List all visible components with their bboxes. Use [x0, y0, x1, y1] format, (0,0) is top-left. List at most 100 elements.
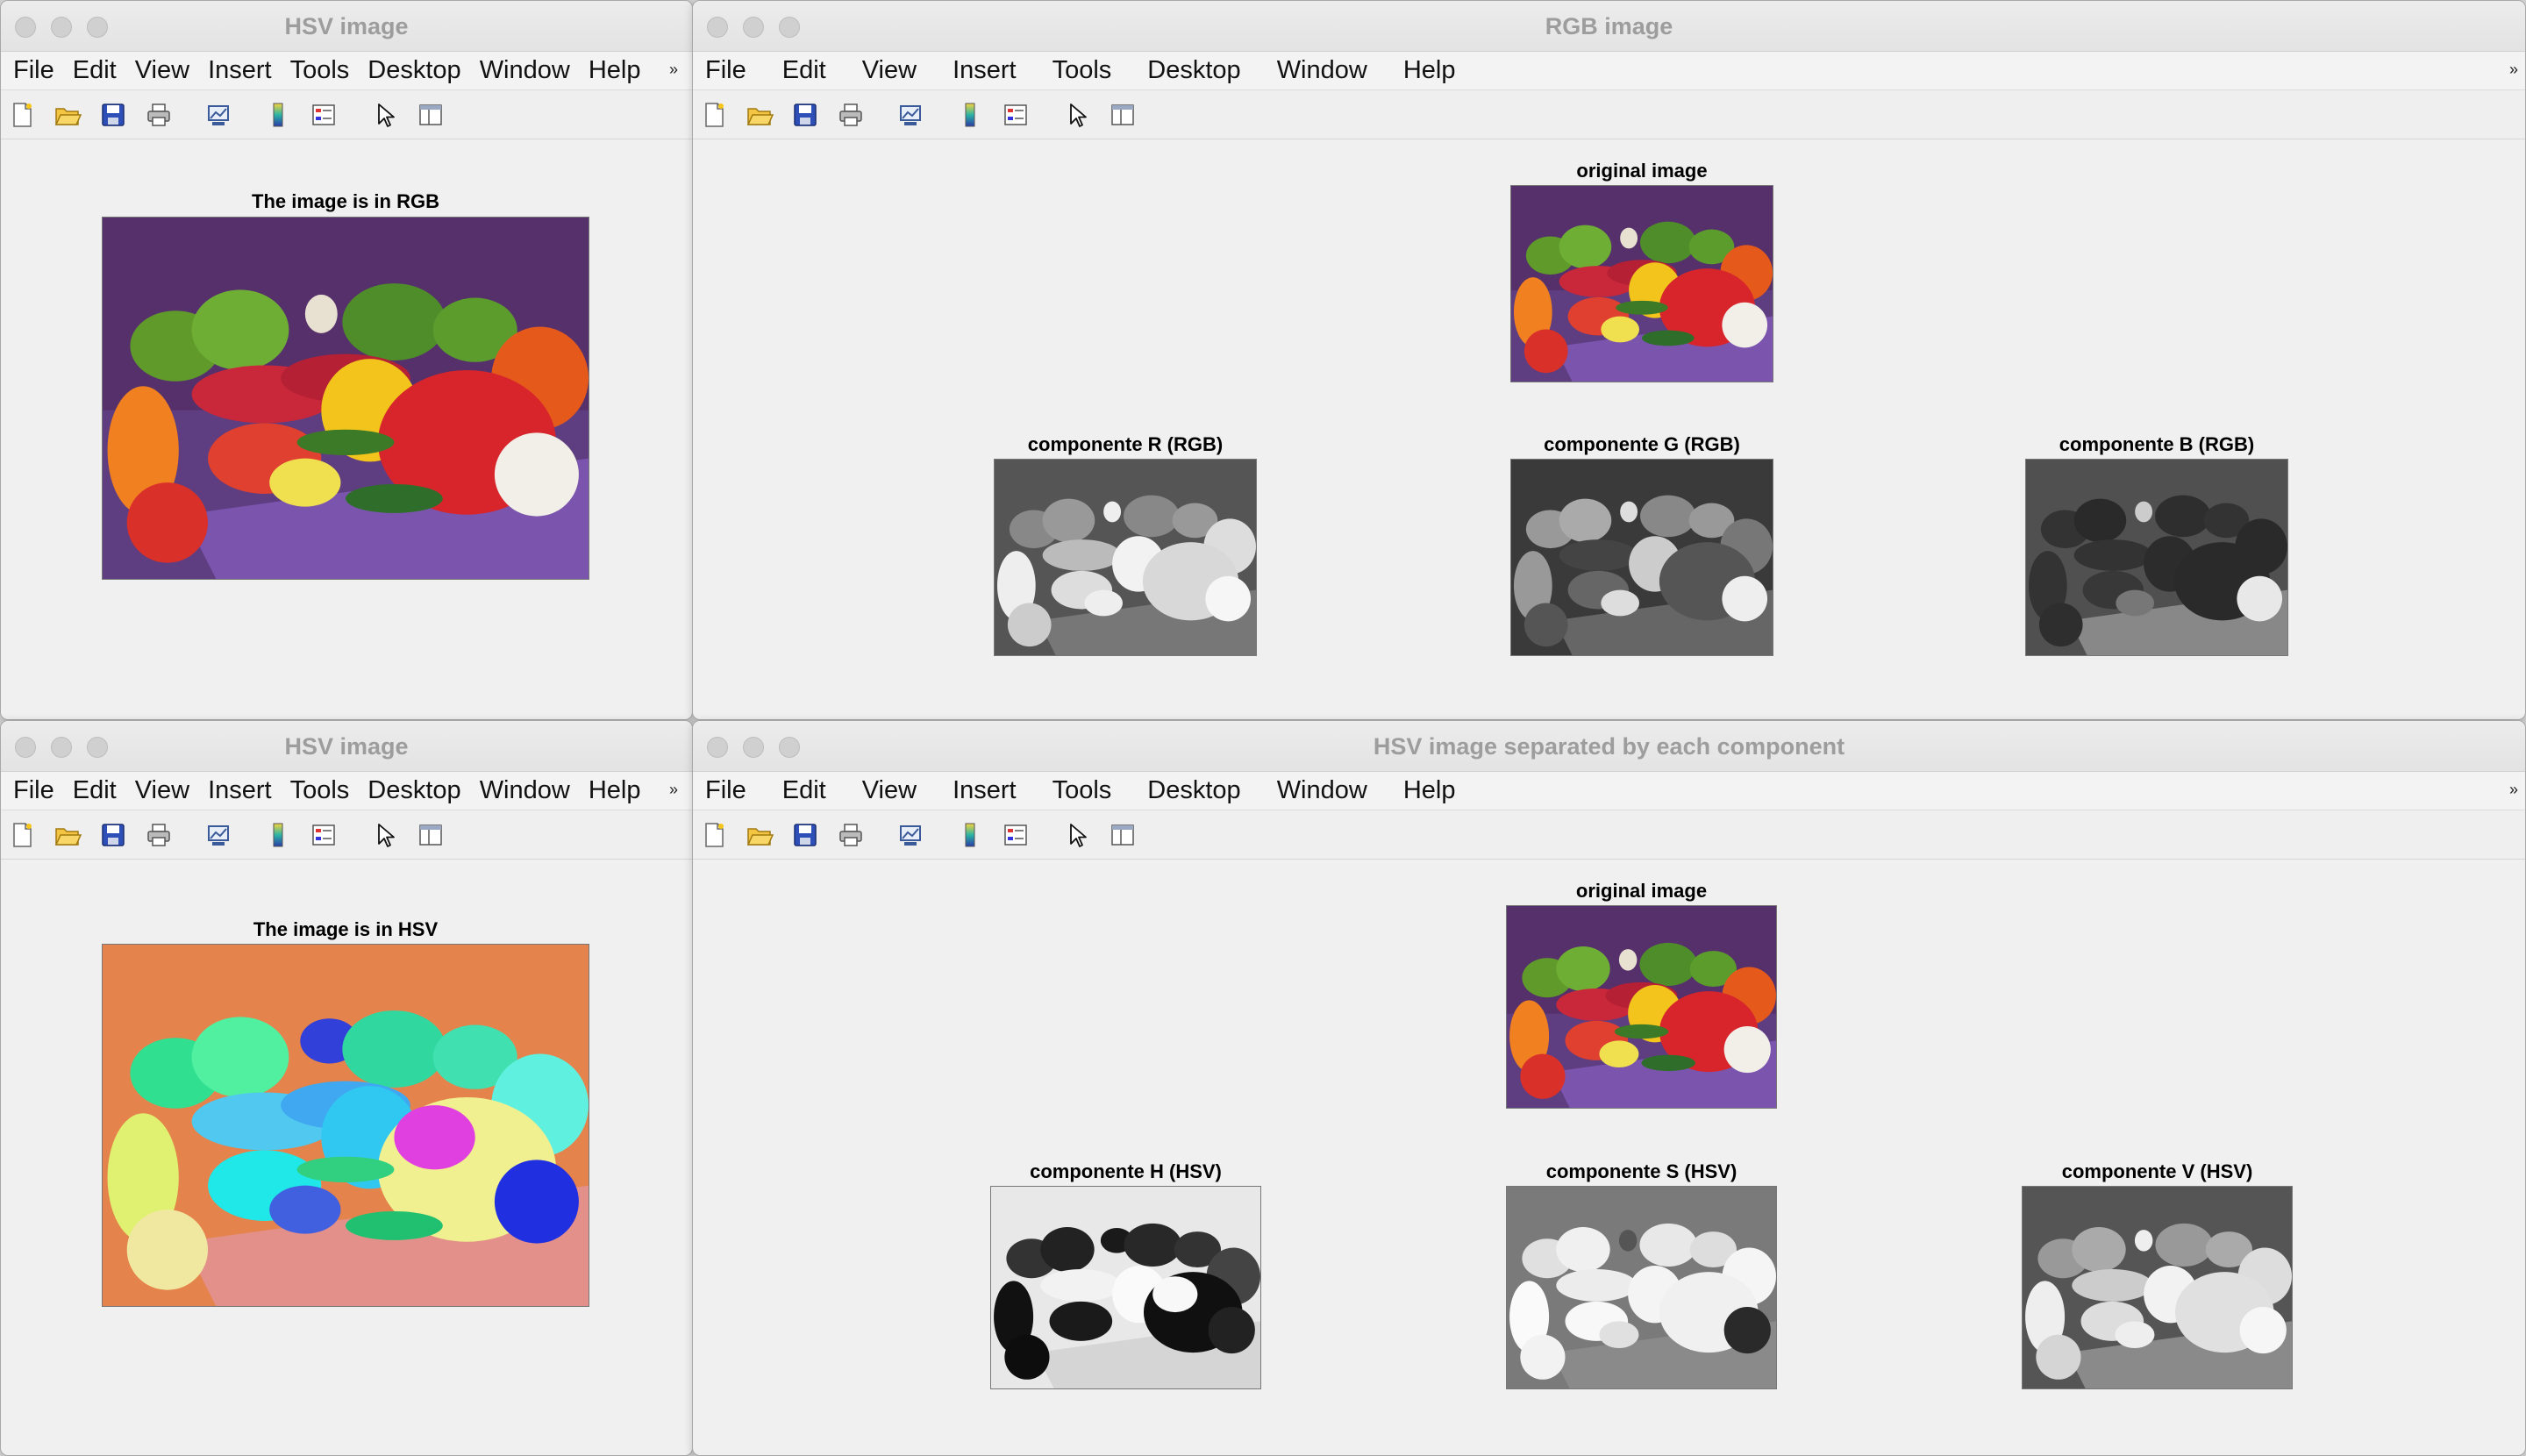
window-title: HSV image: [284, 733, 409, 760]
axes-title-s: componente S (HSV): [1545, 1160, 1738, 1182]
print-icon[interactable]: [837, 821, 865, 849]
insert-colorbar-icon[interactable]: [264, 821, 292, 849]
title-bar[interactable]: HSV image: [1, 721, 692, 772]
menu-window[interactable]: Window: [480, 776, 570, 805]
menu-tools[interactable]: Tools: [1052, 56, 1112, 85]
new-figure-icon[interactable]: [8, 101, 36, 129]
edit-plot-icon[interactable]: [371, 821, 399, 849]
menu-edit[interactable]: Edit: [73, 776, 117, 805]
open-file-icon[interactable]: [54, 101, 82, 129]
new-figure-icon[interactable]: [700, 821, 728, 849]
title-bar[interactable]: HSV image: [1, 1, 692, 52]
insert-colorbar-icon[interactable]: [264, 101, 292, 129]
save-icon[interactable]: [99, 821, 127, 849]
insert-legend-icon[interactable]: [310, 101, 338, 129]
save-icon[interactable]: [99, 101, 127, 129]
menu-file[interactable]: File: [13, 776, 54, 805]
open-file-icon[interactable]: [746, 821, 774, 849]
edit-plot-icon[interactable]: [1063, 101, 1091, 129]
menu-insert[interactable]: Insert: [953, 56, 1017, 85]
menu-desktop[interactable]: Desktop: [1147, 776, 1240, 805]
image-axes-h[interactable]: [990, 1186, 1261, 1389]
print-icon[interactable]: [145, 101, 173, 129]
menu-desktop[interactable]: Desktop: [1147, 56, 1240, 85]
menu-file[interactable]: File: [705, 776, 746, 805]
menu-view[interactable]: View: [862, 776, 917, 805]
menu-bar: File Edit View Insert Tools Desktop Wind…: [1, 52, 692, 90]
print-icon[interactable]: [837, 101, 865, 129]
menu-view[interactable]: View: [135, 776, 189, 805]
window-title: HSV image separated by each component: [1373, 733, 1845, 760]
property-inspector-icon[interactable]: [417, 821, 445, 849]
image-axes-rgb[interactable]: [102, 217, 589, 580]
figure-window-rgb: RGB image File Edit View Insert Tools De…: [692, 0, 2526, 720]
edit-plot-icon[interactable]: [1063, 821, 1091, 849]
image-axes-s[interactable]: [1506, 1186, 1777, 1389]
menu-view[interactable]: View: [135, 56, 189, 85]
image-axes-v[interactable]: [2022, 1186, 2293, 1389]
menu-edit[interactable]: Edit: [782, 776, 826, 805]
axes-title-b: componente B (RGB): [2059, 433, 2255, 455]
menu-edit[interactable]: Edit: [73, 56, 117, 85]
link-plot-icon[interactable]: [204, 101, 232, 129]
menu-insert[interactable]: Insert: [208, 776, 272, 805]
property-inspector-icon[interactable]: [417, 101, 445, 129]
menu-overflow-icon[interactable]: »: [669, 61, 678, 79]
menu-desktop[interactable]: Desktop: [367, 56, 460, 85]
axes-title-r: componente R (RGB): [1027, 433, 1224, 455]
edit-plot-icon[interactable]: [371, 101, 399, 129]
menu-help[interactable]: Help: [1403, 56, 1456, 85]
image-axes-hsv[interactable]: [102, 944, 589, 1307]
menu-file[interactable]: File: [705, 56, 746, 85]
menu-bar: File Edit View Insert Tools Desktop Wind…: [1, 772, 692, 810]
insert-legend-icon[interactable]: [1002, 821, 1030, 849]
property-inspector-icon[interactable]: [1109, 821, 1137, 849]
menu-help[interactable]: Help: [589, 56, 641, 85]
save-icon[interactable]: [791, 101, 819, 129]
figure-toolbar: [1, 90, 692, 139]
image-axes-r[interactable]: [994, 459, 1257, 656]
open-file-icon[interactable]: [54, 821, 82, 849]
menu-overflow-icon[interactable]: »: [2509, 61, 2518, 79]
print-icon[interactable]: [145, 821, 173, 849]
axes-title-h: componente H (HSV): [1030, 1160, 1222, 1182]
menu-insert[interactable]: Insert: [953, 776, 1017, 805]
window-title: RGB image: [1545, 13, 1673, 39]
title-bar[interactable]: RGB image: [693, 1, 2525, 52]
menu-window[interactable]: Window: [480, 56, 570, 85]
menu-edit[interactable]: Edit: [782, 56, 826, 85]
new-figure-icon[interactable]: [700, 101, 728, 129]
new-figure-icon[interactable]: [8, 821, 36, 849]
insert-legend-icon[interactable]: [1002, 101, 1030, 129]
menu-insert[interactable]: Insert: [208, 56, 272, 85]
menu-tools[interactable]: Tools: [290, 776, 350, 805]
figure-window-hsv-bottom: HSV image File Edit View Insert Tools De…: [0, 720, 693, 1456]
menu-overflow-icon[interactable]: »: [669, 781, 678, 799]
image-axes-original[interactable]: [1510, 185, 1773, 382]
menu-window[interactable]: Window: [1277, 56, 1367, 85]
menu-desktop[interactable]: Desktop: [367, 776, 460, 805]
menu-tools[interactable]: Tools: [290, 56, 350, 85]
link-plot-icon[interactable]: [896, 821, 924, 849]
open-file-icon[interactable]: [746, 101, 774, 129]
save-icon[interactable]: [791, 821, 819, 849]
menu-view[interactable]: View: [862, 56, 917, 85]
insert-colorbar-icon[interactable]: [956, 821, 984, 849]
menu-window[interactable]: Window: [1277, 776, 1367, 805]
image-axes-b[interactable]: [2025, 459, 2288, 656]
insert-colorbar-icon[interactable]: [956, 101, 984, 129]
insert-legend-icon[interactable]: [310, 821, 338, 849]
image-axes-original[interactable]: [1506, 905, 1777, 1109]
menu-tools[interactable]: Tools: [1052, 776, 1112, 805]
property-inspector-icon[interactable]: [1109, 101, 1137, 129]
image-axes-g[interactable]: [1510, 459, 1773, 656]
link-plot-icon[interactable]: [204, 821, 232, 849]
menu-help[interactable]: Help: [589, 776, 641, 805]
menu-bar: File Edit View Insert Tools Desktop Wind…: [693, 772, 2525, 810]
figure-window-hsv-top: HSV image File Edit View Insert Tools De…: [0, 0, 693, 720]
link-plot-icon[interactable]: [896, 101, 924, 129]
menu-file[interactable]: File: [13, 56, 54, 85]
menu-overflow-icon[interactable]: »: [2509, 781, 2518, 799]
title-bar[interactable]: HSV image separated by each component: [693, 721, 2525, 772]
menu-help[interactable]: Help: [1403, 776, 1456, 805]
